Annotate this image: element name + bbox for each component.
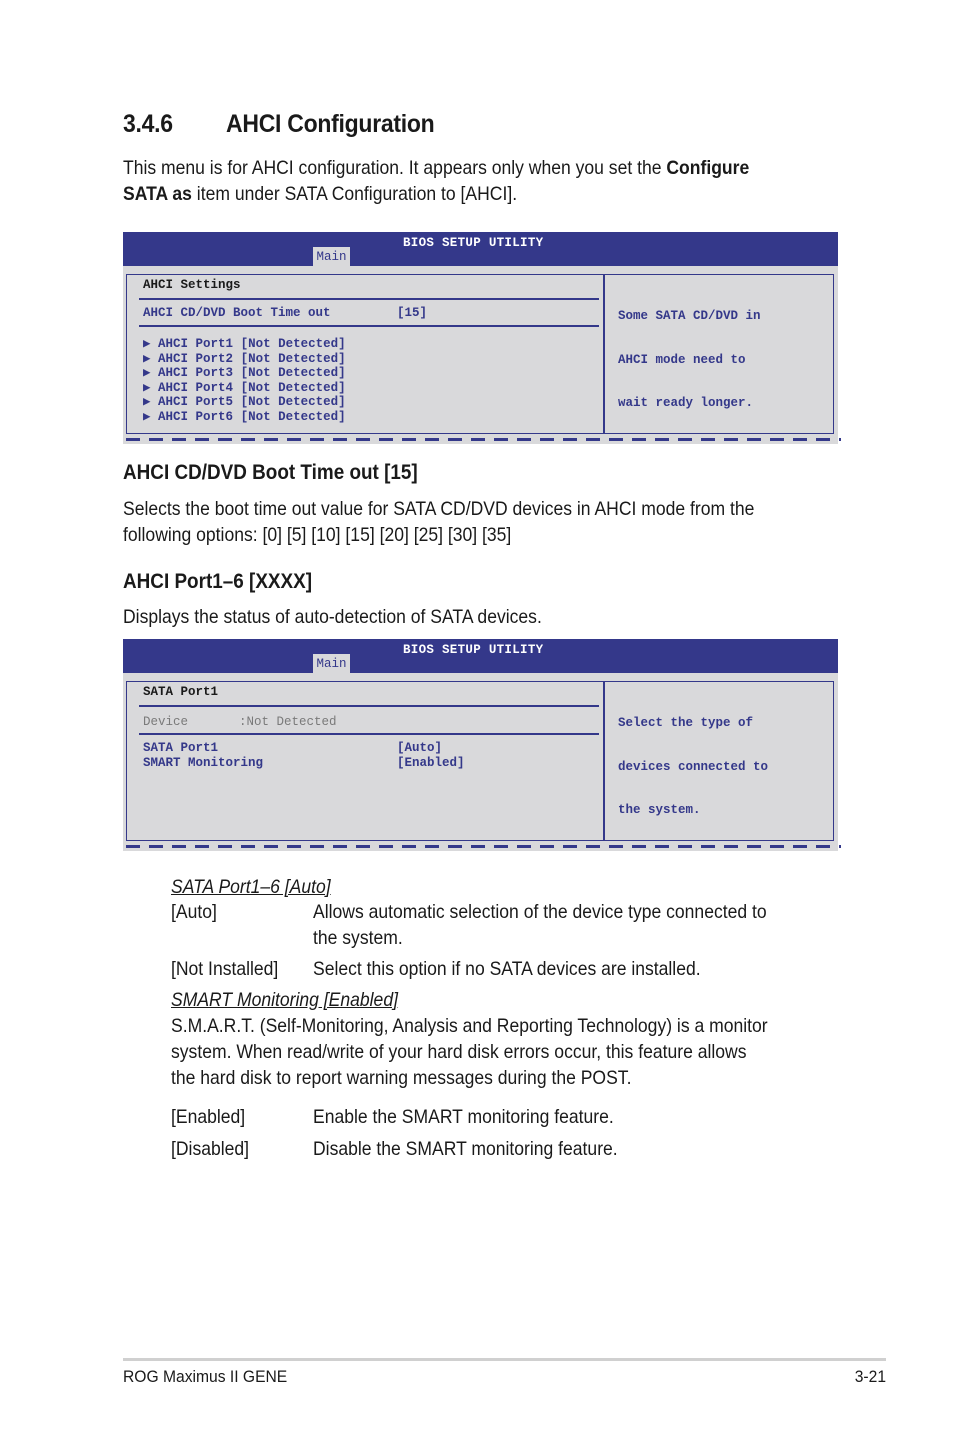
tab-main[interactable]: Main [313, 247, 350, 266]
help-line: wait ready longer. [618, 396, 754, 410]
ahci-port-item[interactable]: ▶ AHCI Port1 [Not Detected] [143, 337, 346, 352]
divider [139, 298, 599, 300]
option-desc: Disable the SMART monitoring feature. [313, 1138, 618, 1160]
divider [139, 733, 599, 735]
tab-main[interactable]: Main [313, 654, 350, 673]
smart-desc-line: the hard disk to report warning messages… [171, 1067, 632, 1089]
submenu-arrow-icon: ▶ [143, 380, 151, 395]
footer-product: ROG Maximus II GENE [123, 1367, 288, 1386]
port-heading: AHCI Port1–6 [XXXX] [123, 570, 313, 593]
port-value: [Not Detected] [240, 395, 346, 409]
port-value: [Not Detected] [240, 380, 346, 395]
help-line: Select the type of [618, 716, 754, 730]
ahci-settings-heading: AHCI Settings [143, 278, 241, 292]
footer-page-number: 3-21 [854, 1367, 886, 1386]
submenu-arrow-icon: ▶ [143, 395, 151, 409]
port-label: AHCI Port4 [158, 380, 234, 395]
bios-screen-sata-port: BIOS SETUP UTILITY Main SATA Port1 Devic… [123, 639, 841, 851]
port-label: AHCI Port2 [158, 351, 234, 366]
sata-port-option-label[interactable]: SATA Port1 [143, 741, 218, 756]
option-desc-cont: the system. [313, 927, 403, 949]
port-value: [Not Detected] [240, 409, 346, 424]
footer-rule [123, 1358, 886, 1361]
help-line: devices connected to [618, 759, 769, 774]
option-key: [Disabled] [171, 1138, 250, 1160]
port-value: [Not Detected] [240, 351, 346, 366]
bios-title-bar: BIOS SETUP UTILITY Main [123, 232, 838, 266]
section-number: 3.4.6 [123, 110, 173, 138]
intro-bold-configure: Configure [666, 157, 750, 179]
option-key: [Enabled] [171, 1106, 246, 1128]
boot-timeout-desc-line-2: following options: [0] [5] [10] [15] [20… [123, 524, 512, 546]
sata-port-heading: SATA Port1 [143, 685, 219, 699]
port-desc: Displays the status of auto-detection of… [123, 606, 542, 628]
smart-monitoring-value[interactable]: [Enabled] [397, 756, 465, 771]
sata-port-option-value[interactable]: [Auto] [397, 741, 442, 756]
port-label: AHCI Port3 [158, 366, 234, 380]
boot-timeout-desc-line-1: Selects the boot time out value for SATA… [123, 498, 755, 520]
smart-desc-line: system. When read/write of your hard dis… [171, 1041, 747, 1063]
ahci-port-item[interactable]: ▶ AHCI Port6 [Not Detected] [143, 410, 346, 425]
port-label: AHCI Port1 [158, 337, 234, 351]
bios-screen-ahci-settings: BIOS SETUP UTILITY Main AHCI Settings AH… [123, 232, 841, 444]
intro-text: This menu is for AHCI configuration. It … [123, 157, 667, 179]
bios-title: BIOS SETUP UTILITY [403, 643, 544, 657]
submenu-arrow-icon: ▶ [143, 366, 151, 380]
option-key: [Not Installed] [171, 958, 279, 980]
option-desc: Select this option if no SATA devices ar… [313, 958, 701, 980]
submenu-arrow-icon: ▶ [143, 351, 151, 366]
boot-timeout-value[interactable]: [15] [397, 306, 427, 321]
intro-line-2: SATA as item under SATA Configuration to… [123, 181, 517, 207]
ahci-port-item[interactable]: ▶ AHCI Port4 [Not Detected] [143, 381, 346, 396]
help-line: the system. [618, 803, 701, 817]
ahci-port-item[interactable]: ▶ AHCI Port3 [Not Detected] [143, 366, 346, 381]
port-value: [Not Detected] [240, 337, 346, 351]
bios-title-bar: BIOS SETUP UTILITY Main [123, 639, 838, 673]
intro-line-1: This menu is for AHCI configuration. It … [123, 155, 749, 181]
help-line: Some SATA CD/DVD in [618, 309, 761, 323]
bios-frame: AHCI Settings AHCI CD/DVD Boot Time out … [126, 274, 834, 434]
dashed-bottom-border [126, 845, 841, 848]
boot-timeout-label[interactable]: AHCI CD/DVD Boot Time out [143, 306, 331, 321]
help-line: AHCI mode need to [618, 352, 746, 367]
help-text: Select the type of devices connected to … [618, 687, 768, 847]
smart-desc-line: S.M.A.R.T. (Self-Monitoring, Analysis an… [171, 1015, 768, 1037]
sata-port-options-heading: SATA Port1–6 [Auto] [171, 876, 331, 898]
submenu-arrow-icon: ▶ [143, 409, 151, 424]
ahci-port-item[interactable]: ▶ AHCI Port5 [Not Detected] [143, 395, 346, 410]
ahci-port-item[interactable]: ▶ AHCI Port2 [Not Detected] [143, 352, 346, 367]
intro-text-post: item under SATA Configuration to [AHCI]. [191, 183, 518, 205]
panel-divider [603, 682, 605, 840]
option-desc: Allows automatic selection of the device… [313, 901, 767, 923]
device-label: Device [143, 715, 189, 729]
help-text: Some SATA CD/DVD in AHCI mode need to wa… [618, 280, 761, 440]
port-value: [Not Detected] [240, 366, 346, 380]
intro-bold-sata-as: SATA as [123, 183, 192, 205]
smart-options-heading: SMART Monitoring [Enabled] [171, 989, 398, 1011]
option-key: [Auto] [171, 901, 217, 923]
bios-frame: SATA Port1 Device :Not Detected SATA Por… [126, 681, 834, 841]
divider [139, 705, 599, 707]
section-title: AHCI Configuration [226, 110, 435, 138]
port-label: AHCI Port6 [158, 409, 234, 424]
panel-divider [603, 275, 605, 433]
divider [139, 325, 599, 327]
device-value: :Not Detected [239, 715, 337, 729]
port-label: AHCI Port5 [158, 395, 234, 409]
section-heading: 3.4.6 AHCI Configuration [123, 110, 435, 139]
dashed-bottom-border [126, 438, 841, 441]
bios-title: BIOS SETUP UTILITY [403, 236, 544, 250]
smart-monitoring-label[interactable]: SMART Monitoring [143, 756, 263, 771]
option-desc: Enable the SMART monitoring feature. [313, 1106, 614, 1128]
submenu-arrow-icon: ▶ [143, 337, 151, 351]
boot-timeout-heading: AHCI CD/DVD Boot Time out [15] [123, 461, 418, 484]
